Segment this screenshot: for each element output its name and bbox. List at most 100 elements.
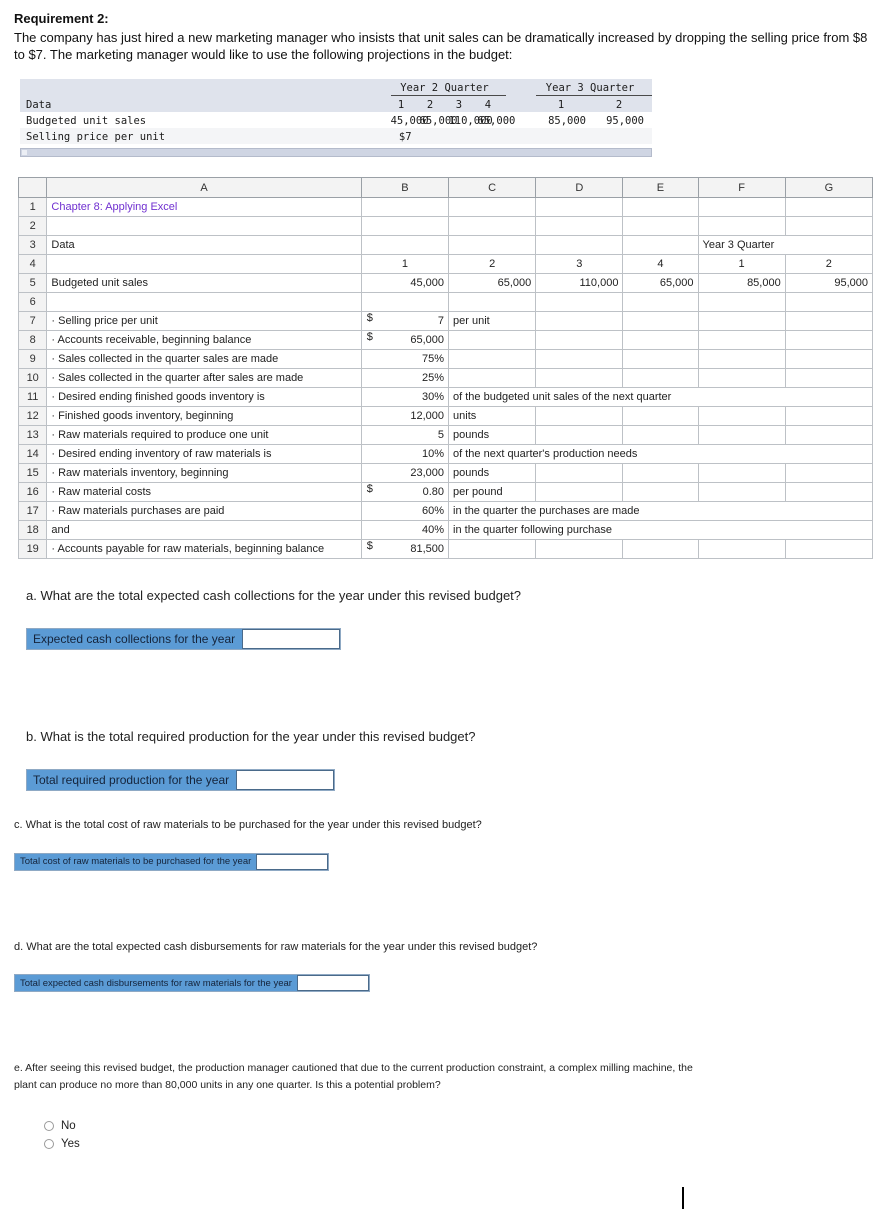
- cell-f2[interactable]: [697, 216, 786, 236]
- cell-b16[interactable]: $0.80: [360, 482, 450, 502]
- column-header-b[interactable]: B: [360, 177, 450, 198]
- row-header-8[interactable]: 8: [17, 330, 48, 350]
- answer-input-b[interactable]: [236, 770, 335, 790]
- cell-c6[interactable]: [448, 292, 537, 312]
- cell-d10[interactable]: [535, 368, 624, 388]
- cell-e16[interactable]: [622, 482, 699, 502]
- cell-f4[interactable]: 1: [697, 254, 786, 274]
- cell-d15[interactable]: [535, 463, 624, 483]
- cell-g16[interactable]: [784, 482, 874, 502]
- column-header-c[interactable]: C: [448, 177, 537, 198]
- cell-d13[interactable]: [535, 425, 624, 445]
- radio-circle-icon[interactable]: [44, 1121, 54, 1131]
- cell-e8[interactable]: [622, 330, 699, 350]
- cell-b4[interactable]: 1: [360, 254, 450, 274]
- cell-b12[interactable]: 12,000: [360, 406, 450, 426]
- cell-g12[interactable]: [784, 406, 874, 426]
- cell-e12[interactable]: [622, 406, 699, 426]
- column-header-f[interactable]: F: [697, 177, 786, 198]
- column-header-a[interactable]: A: [46, 177, 362, 198]
- cell-a1[interactable]: Chapter 8: Applying Excel: [46, 197, 362, 217]
- cell-f16[interactable]: [697, 482, 786, 502]
- cell-g1[interactable]: [784, 197, 874, 217]
- row-header-17[interactable]: 17: [17, 501, 48, 521]
- cell-d7[interactable]: [535, 311, 624, 331]
- cell-b18[interactable]: 40%: [360, 520, 450, 540]
- cell-d19[interactable]: [535, 539, 624, 559]
- cell-c13[interactable]: pounds: [448, 425, 537, 445]
- cell-c11[interactable]: of the budgeted unit sales of the next q…: [448, 387, 873, 407]
- cell-g8[interactable]: [784, 330, 874, 350]
- cell-b19[interactable]: $81,500: [360, 539, 450, 559]
- cell-b3[interactable]: [360, 235, 450, 255]
- cell-g15[interactable]: [784, 463, 874, 483]
- cell-f7[interactable]: [697, 311, 786, 331]
- cell-g4[interactable]: 2: [784, 254, 874, 274]
- cell-b17[interactable]: 60%: [360, 501, 450, 521]
- cell-a12[interactable]: · Finished goods inventory, beginning: [46, 406, 362, 426]
- cell-d9[interactable]: [535, 349, 624, 369]
- cell-c14[interactable]: of the next quarter's production needs: [448, 444, 873, 464]
- cell-e10[interactable]: [622, 368, 699, 388]
- cell-f13[interactable]: [697, 425, 786, 445]
- cell-b5[interactable]: 45,000: [360, 273, 450, 293]
- cell-c5[interactable]: 65,000: [448, 273, 537, 293]
- cell-e15[interactable]: [622, 463, 699, 483]
- cell-c3[interactable]: [448, 235, 537, 255]
- row-header-5[interactable]: 5: [17, 273, 48, 293]
- radio-circle-icon[interactable]: [44, 1139, 54, 1149]
- cell-a10[interactable]: · Sales collected in the quarter after s…: [46, 368, 362, 388]
- cell-a8[interactable]: · Accounts receivable, beginning balance: [46, 330, 362, 350]
- row-header-7[interactable]: 7: [17, 311, 48, 331]
- cell-c2[interactable]: [448, 216, 537, 236]
- cell-f6[interactable]: [697, 292, 786, 312]
- cell-c10[interactable]: [448, 368, 537, 388]
- cell-f9[interactable]: [697, 349, 786, 369]
- cell-a14[interactable]: · Desired ending inventory of raw materi…: [46, 444, 362, 464]
- cell-e1[interactable]: [622, 197, 699, 217]
- answer-input-c[interactable]: [256, 853, 329, 870]
- cell-c1[interactable]: [448, 197, 537, 217]
- row-header-14[interactable]: 14: [17, 444, 48, 464]
- cell-f1[interactable]: [697, 197, 786, 217]
- cell-d12[interactable]: [535, 406, 624, 426]
- cell-b11[interactable]: 30%: [360, 387, 450, 407]
- row-header-10[interactable]: 10: [17, 368, 48, 388]
- row-header-12[interactable]: 12: [17, 406, 48, 426]
- cell-d4[interactable]: 3: [535, 254, 624, 274]
- cell-e19[interactable]: [622, 539, 699, 559]
- cell-e4[interactable]: 4: [622, 254, 699, 274]
- cell-d16[interactable]: [535, 482, 624, 502]
- cell-c4[interactable]: 2: [448, 254, 537, 274]
- cell-a6[interactable]: [46, 292, 362, 312]
- cell-d8[interactable]: [535, 330, 624, 350]
- cell-b15[interactable]: 23,000: [360, 463, 450, 483]
- cell-e5[interactable]: 65,000: [622, 273, 699, 293]
- cell-a4[interactable]: [46, 254, 362, 274]
- cell-f19[interactable]: [697, 539, 786, 559]
- answer-input-d[interactable]: [296, 975, 369, 991]
- row-header-18[interactable]: 18: [17, 520, 48, 540]
- answer-box-a[interactable]: Expected cash collections for the year: [26, 628, 342, 650]
- cell-g2[interactable]: [784, 216, 874, 236]
- row-header-2[interactable]: 2: [17, 216, 48, 236]
- cell-g7[interactable]: [784, 311, 874, 331]
- cell-c15[interactable]: pounds: [448, 463, 537, 483]
- cell-b8[interactable]: $65,000: [360, 330, 450, 350]
- answer-box-b[interactable]: Total required production for the year: [26, 769, 336, 791]
- cell-a13[interactable]: · Raw materials required to produce one …: [46, 425, 362, 445]
- horizontal-scrollbar[interactable]: [20, 148, 652, 157]
- cell-d5[interactable]: 110,000: [535, 273, 624, 293]
- row-header-19[interactable]: 19: [17, 539, 48, 559]
- answer-box-c[interactable]: Total cost of raw materials to be purcha…: [14, 852, 330, 871]
- cell-f3-year3-quarter[interactable]: Year 3 Quarter: [697, 235, 873, 255]
- row-header-13[interactable]: 13: [17, 425, 48, 445]
- cell-a17[interactable]: · Raw materials purchases are paid: [46, 501, 362, 521]
- cell-a11[interactable]: · Desired ending finished goods inventor…: [46, 387, 362, 407]
- excel-worksheet[interactable]: A B C D E F G 1 Chapter 8: Applying Exce…: [17, 177, 874, 559]
- cell-b2[interactable]: [360, 216, 450, 236]
- row-header-11[interactable]: 11: [17, 387, 48, 407]
- cell-d6[interactable]: [535, 292, 624, 312]
- cell-b9[interactable]: 75%: [360, 349, 450, 369]
- cell-d1[interactable]: [535, 197, 624, 217]
